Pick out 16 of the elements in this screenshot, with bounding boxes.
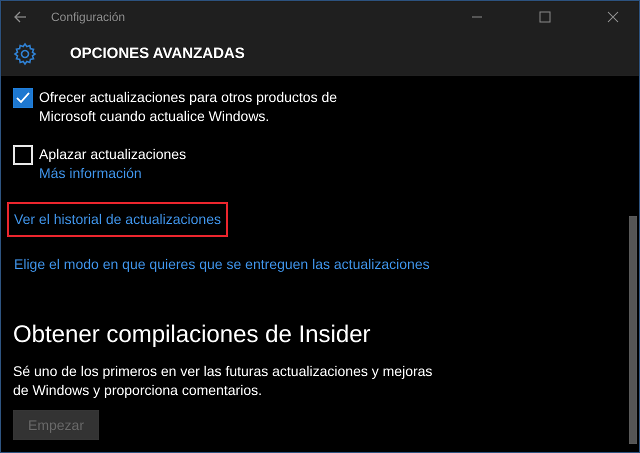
maximize-icon[interactable] — [539, 10, 551, 22]
close-icon[interactable] — [607, 10, 619, 22]
checkbox[interactable] — [13, 88, 33, 108]
back-icon[interactable] — [13, 10, 27, 24]
link[interactable]: Ver el historial de actualizaciones — [7, 202, 228, 237]
section-description: Sé uno de los primeros en ver las futuras actualizaciones y mejoras de Windows y proporciona comentarios. — [13, 362, 434, 400]
link[interactable]: Elige el modo en que quieres que se entreguen las actualizaciones — [7, 247, 437, 282]
section-heading: Obtener compilaciones de Insider — [13, 320, 372, 350]
settings-icon — [13, 42, 37, 66]
checkbox-label: Ofrecer actualizaciones para otros productos de Microsoft cuando actualice Windows. — [39, 88, 338, 126]
checkbox[interactable] — [13, 145, 33, 165]
more-info-link[interactable]: Más información — [39, 164, 384, 183]
check-icon — [16, 92, 30, 104]
page-title: OPCIONES AVANZADAS — [70, 44, 245, 64]
window-title: Configuración — [51, 8, 126, 26]
checkbox-label: Aplazar actualizaciones — [39, 145, 188, 164]
